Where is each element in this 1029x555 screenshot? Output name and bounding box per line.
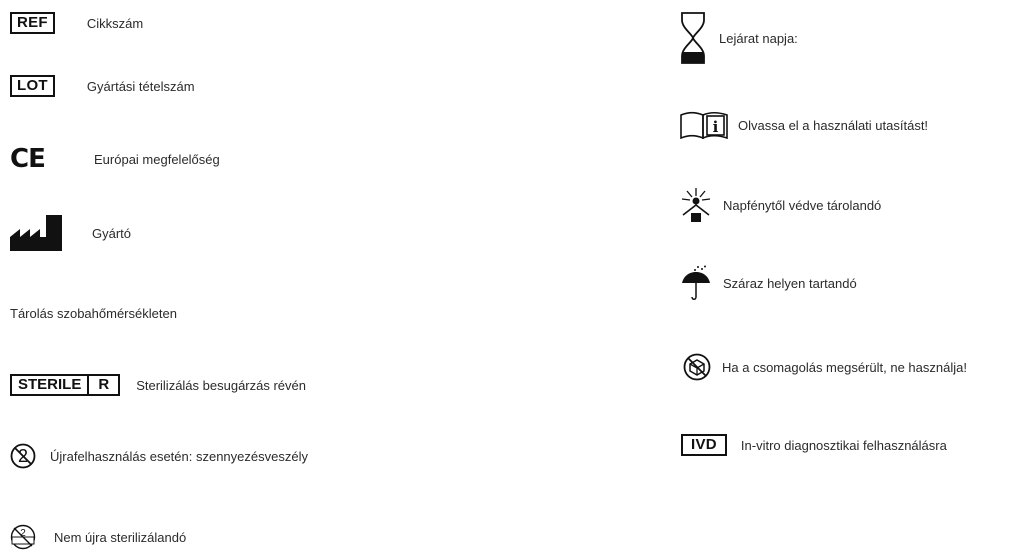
ivd-label: In-vitro diagnosztikai felhasználásra [740, 437, 947, 453]
ref-symbol: REF [10, 12, 55, 34]
hourglass-icon [681, 12, 705, 64]
keep-dry-icon [681, 265, 711, 301]
no-resterilize-row: 2 Nem újra sterilizálandó [8, 524, 186, 550]
do-not-use-if-damaged-icon [683, 353, 711, 381]
do-not-resterilize-icon: 2 [8, 524, 38, 550]
expiry-row: Lejárat napja: [681, 12, 798, 64]
ce-row: CE Európai megfelelőség [10, 144, 220, 174]
damaged-row: Ha a csomagolás megsérült, ne használja! [683, 353, 967, 381]
no-resterilize-label: Nem újra sterilizálandó [54, 529, 187, 545]
ce-label: Európai megfelelőség [94, 151, 220, 167]
keep-away-from-sunlight-icon [681, 187, 711, 223]
factory-icon [10, 215, 62, 251]
consult-instructions-icon: i [680, 111, 728, 139]
ivd-row: IVD In-vitro diagnosztikai felhasználásr… [681, 434, 947, 456]
do-not-reuse-icon: 2 [10, 443, 36, 469]
ref-label: Cikkszám [86, 15, 144, 31]
ifu-label: Olvassa el a használati utasítást! [738, 117, 929, 133]
storage-row: Tárolás szobahőmérsékleten [10, 306, 177, 321]
manufacturer-label: Gyártó [92, 225, 132, 241]
lot-row: LOT Gyártási tételszám [10, 75, 195, 97]
sunlight-label: Napfénytől védve tárolandó [723, 197, 882, 213]
ref-row: REF Cikkszám [10, 12, 143, 34]
dry-label: Száraz helyen tartandó [723, 275, 857, 291]
sterile-r-symbol: STERILE R [10, 374, 121, 396]
sterile-symbol-left: STERILE [18, 376, 82, 393]
no-reuse-label: Újrafelhasználás esetén: szennyezésveszé… [50, 448, 308, 464]
sterile-row: STERILE R Sterilizálás besugárzás révén [10, 374, 306, 396]
ivd-symbol: IVD [681, 434, 727, 456]
ce-mark: CE [10, 144, 46, 174]
ifu-row: i Olvassa el a használati utasítást! [680, 111, 928, 139]
lot-label: Gyártási tételszám [86, 78, 195, 94]
sunlight-row: Napfénytől védve tárolandó [681, 187, 881, 223]
dry-row: Száraz helyen tartandó [681, 265, 857, 301]
storage-text: Tárolás szobahőmérsékleten [10, 306, 177, 321]
svg-text:i: i [713, 118, 719, 136]
expiry-label: Lejárat napja: [719, 30, 798, 46]
manufacturer-row: Gyártó [10, 215, 131, 251]
lot-symbol: LOT [10, 75, 55, 97]
no-reuse-row: 2 Újrafelhasználás esetén: szennyezésves… [10, 443, 308, 469]
sterile-symbol-right: R [87, 376, 118, 394]
sterile-label: Sterilizálás besugárzás révén [136, 377, 306, 393]
damaged-label: Ha a csomagolás megsérült, ne használja! [722, 359, 967, 375]
